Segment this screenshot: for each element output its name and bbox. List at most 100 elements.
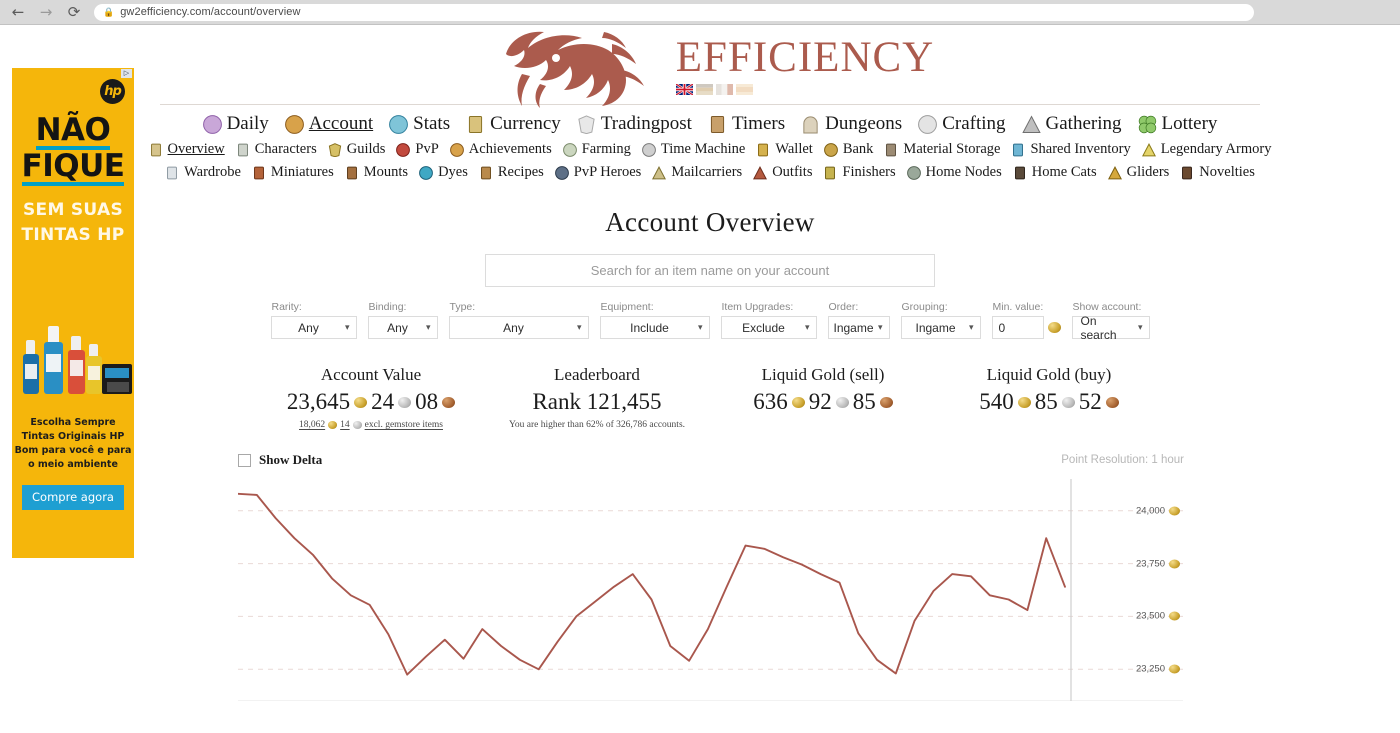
nav-item-bank[interactable]: Bank (823, 141, 874, 158)
filter-select[interactable]: Any ▾ (448, 316, 589, 339)
nav-item-lottery[interactable]: Lottery (1138, 113, 1217, 135)
nav-item-wardrobe[interactable]: Wardrobe (165, 164, 241, 181)
filter-label: Order: (828, 301, 859, 313)
nav-item-characters[interactable]: Characters (236, 141, 317, 158)
show-delta-toggle[interactable]: Show Delta (238, 452, 322, 468)
gold-coin-icon (1169, 611, 1180, 621)
chevron-down-icon: ▾ (877, 321, 883, 332)
nav-item-wallet[interactable]: Wallet (756, 141, 813, 158)
account-icon (284, 114, 304, 134)
nav-item-miniatures[interactable]: Miniatures (252, 164, 334, 181)
nav-item-farming[interactable]: Farming (562, 141, 631, 158)
nav-item-legendary-armory[interactable]: Legendary Armory (1141, 141, 1271, 158)
reload-icon[interactable]: ⟳ (66, 4, 82, 20)
overview-icon (149, 143, 163, 157)
nav-item-label: Home Cats (1031, 164, 1097, 180)
stat-silver: 85 (1034, 389, 1058, 414)
filter-select[interactable]: Include ▾ (599, 316, 710, 339)
address-bar[interactable]: 🔒 gw2efficiency.com/account/overview (94, 3, 1254, 21)
filter-select[interactable]: Exclude ▾ (720, 316, 817, 339)
nav-item-label: Shared Inventory (1030, 141, 1131, 157)
nav-item-daily[interactable]: Daily (202, 113, 269, 135)
stat-value: 636 92 85 (710, 389, 936, 415)
show-delta-checkbox[interactable] (238, 453, 251, 467)
timers-icon (708, 115, 727, 134)
material-storage-icon (884, 143, 898, 157)
nav-item-dyes[interactable]: Dyes (419, 164, 468, 181)
nav-item-label: Timers (731, 113, 786, 134)
nav-item-label: Account (308, 113, 374, 134)
stat-sub-gold: 18,062 (299, 420, 326, 430)
nav-item-gathering[interactable]: Gathering (1021, 113, 1122, 135)
flag-fr-icon[interactable] (715, 83, 733, 95)
filter-select[interactable]: Any ▾ (367, 316, 438, 339)
nav-item-account[interactable]: Account (284, 113, 374, 135)
stat-silver: 24 (371, 389, 395, 414)
nav-item-label: Mailcarriers (671, 164, 743, 180)
nav-item-home-nodes[interactable]: Home Nodes (906, 164, 1002, 181)
nav-item-achievements[interactable]: Achievements (449, 141, 552, 158)
nav-item-pvp[interactable]: PvP (396, 141, 439, 158)
stat-subtext[interactable]: 18,062 14 excl. gemstore items (258, 420, 484, 430)
arrow-left-icon[interactable]: ← (10, 4, 26, 20)
search-input[interactable] (485, 254, 935, 287)
ad-subheadline: SEM SUAS TINTAS HP (12, 198, 134, 248)
nav-item-pvp-heroes[interactable]: PvP Heroes (554, 164, 641, 181)
nav-item-shared-inventory[interactable]: Shared Inventory (1011, 141, 1131, 158)
site-header: EFFICIENCY (160, 24, 1260, 108)
adchoices-icon[interactable]: ▷ (121, 69, 132, 78)
flag-es-icon[interactable] (735, 83, 753, 95)
arrow-right-icon[interactable]: → (38, 4, 54, 20)
nav-item-outfits[interactable]: Outfits (753, 164, 812, 181)
nav-item-label: Bank (842, 141, 874, 157)
nav-item-dungeons[interactable]: Dungeons (801, 113, 902, 135)
nav-item-label: Daily (226, 113, 269, 134)
min-value-input[interactable] (991, 316, 1044, 339)
show-account-select[interactable]: On search ▾ (1071, 314, 1150, 342)
site-brand-title: EFFICIENCY (675, 33, 935, 81)
chevron-down-icon: ▾ (576, 321, 582, 332)
nav-item-currency[interactable]: Currency (466, 113, 561, 135)
flag-en-icon[interactable] (675, 83, 693, 95)
wardrobe-icon (165, 166, 179, 180)
flag-de-icon[interactable] (695, 83, 713, 95)
nav-item-gliders[interactable]: Gliders (1107, 164, 1170, 181)
account-value-chart[interactable]: 24,000 23,750 23,500 23,250 (238, 479, 1183, 701)
crafting-icon (918, 114, 938, 134)
filter-item-upgrades: Item Upgrades: Exclude ▾ (720, 301, 817, 339)
nav-item-home-cats[interactable]: Home Cats (1013, 164, 1097, 181)
stat-gold: 23,645 (286, 389, 351, 414)
chart-controls: Show Delta Point Resolution: 1 hour (238, 452, 1184, 468)
nav-item-recipes[interactable]: Recipes (479, 164, 544, 181)
nav-item-stats[interactable]: Stats (389, 113, 450, 135)
ad-copy-line2: Tintas Originais HP (21, 431, 125, 442)
dyes-icon (419, 165, 433, 180)
advertisement-banner[interactable]: ▷ hp NÃO FIQUE SEM SUAS TINTAS HP Escolh… (12, 68, 134, 558)
nav-item-label: Achievements (468, 141, 552, 157)
dragon-logo-icon[interactable] (486, 24, 672, 108)
nav-item-label: Recipes (497, 164, 544, 180)
nav-item-overview[interactable]: Overview (149, 141, 225, 158)
filter-min-value: Min. value: (991, 301, 1061, 339)
nav-item-mounts[interactable]: Mounts (345, 164, 408, 181)
nav-item-tradingpost[interactable]: Tradingpost (577, 113, 692, 135)
nav-item-novelties[interactable]: Novelties (1180, 164, 1255, 181)
filter-select[interactable]: Ingame ▾ (827, 316, 890, 339)
nav-item-time-machine[interactable]: Time Machine (641, 141, 745, 158)
filter-select[interactable]: Ingame ▾ (900, 316, 981, 339)
gold-coin-icon (1169, 559, 1180, 569)
chart-y-tick-label: 24,000 (1135, 505, 1165, 517)
ad-cta-button[interactable]: Compre agora (22, 485, 124, 510)
nav-item-mailcarriers[interactable]: Mailcarriers (652, 164, 742, 181)
home-cats-icon (1013, 166, 1027, 180)
gold-coin-icon (791, 396, 805, 408)
nav-item-crafting[interactable]: Crafting (918, 113, 1006, 135)
nav-item-material-storage[interactable]: Material Storage (884, 141, 1000, 158)
filter-select[interactable]: Any ▾ (270, 316, 357, 339)
nav-item-guilds[interactable]: Guilds (328, 141, 385, 158)
nav-item-finishers[interactable]: Finishers (823, 164, 896, 181)
nav-item-timers[interactable]: Timers (708, 113, 785, 135)
nav-item-label: Gliders (1126, 164, 1170, 180)
lottery-icon (1138, 115, 1157, 134)
novelties-icon (1180, 166, 1194, 180)
